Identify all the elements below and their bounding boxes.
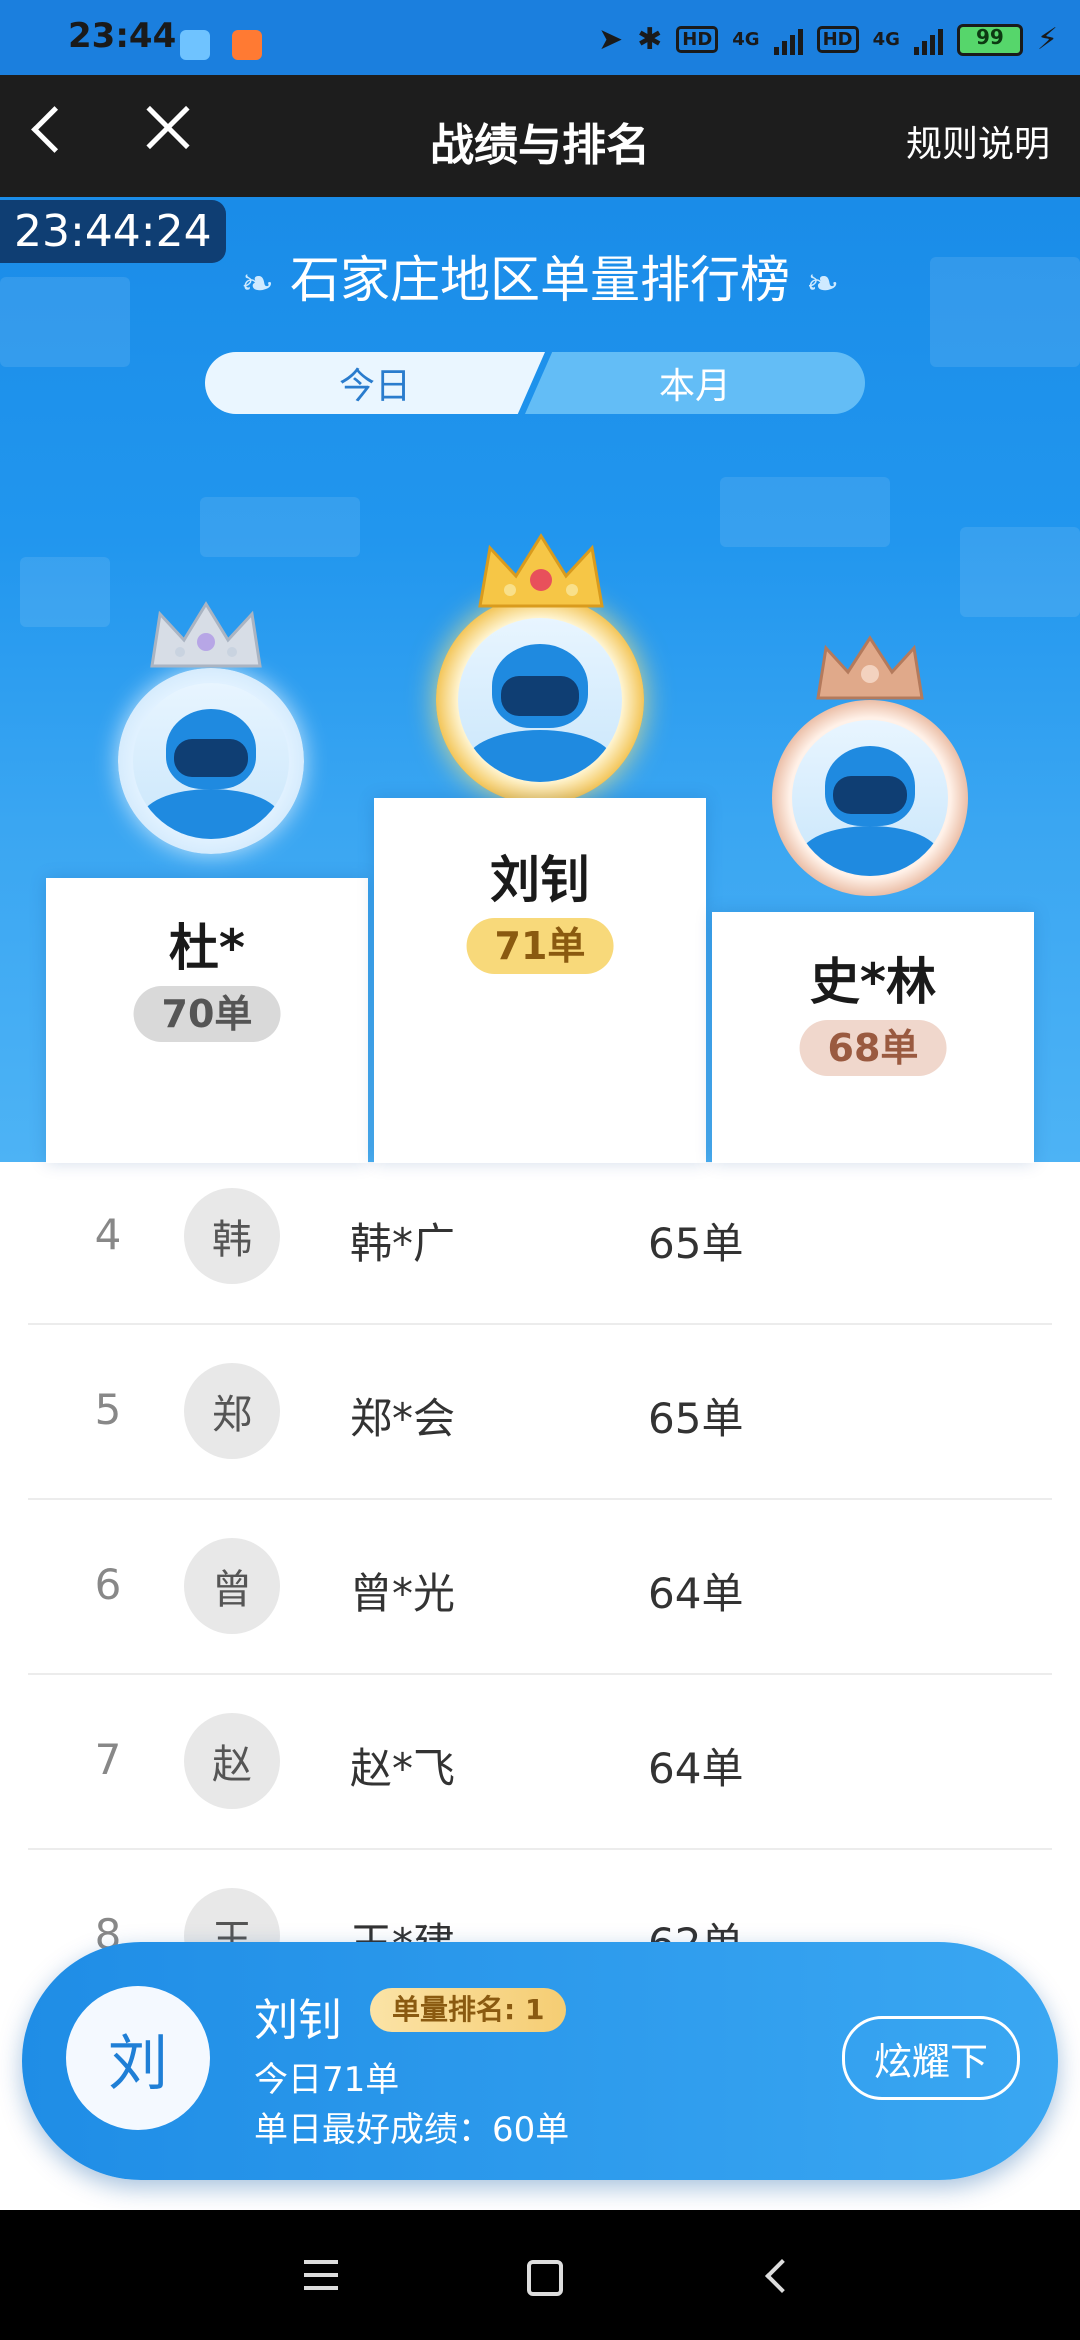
podium-third-name: 史*林 [809,953,937,1011]
menu-icon[interactable] [304,2260,338,2299]
avatar: 赵 [184,1713,280,1809]
rank-number: 4 [94,1210,122,1259]
courier-name: 曾*光 [350,1569,456,1618]
wing-icon-right: ❧ [805,260,840,307]
app-notification-icon-2 [232,30,262,60]
list-item[interactable]: 7 赵 赵*飞 64单 [28,1675,1052,1850]
rank-badge: 单量排名: 1 [370,1988,567,2032]
location-icon: ➤ [597,22,624,57]
my-name: 刘钊 [254,1995,342,2046]
system-nav-bar [0,2210,1080,2340]
network-type-label: 4G [732,29,760,50]
podium-second: 杜* 70单 [46,878,368,1163]
avatar-second [118,668,304,854]
charging-icon: ⚡ [1036,22,1058,57]
podium-second-count: 70单 [133,986,281,1042]
nav-bar: 战绩与排名 规则说明 [0,75,1080,197]
order-count: 65单 [648,1219,744,1268]
status-bar: 23:44 ➤ ✱ HD 4G HD 4G 99 ⚡ [0,0,1080,75]
order-count: 64单 [648,1569,744,1618]
leaderboard-title: ❧ 石家庄地区单量排行榜 ❧ [0,240,1080,312]
avatar: 郑 [184,1363,280,1459]
app-notification-icon [180,30,210,60]
tab-today[interactable]: 今日 [205,352,545,414]
rank-number: 7 [94,1735,122,1784]
status-time: 23:44 [68,16,177,56]
background-tile [20,557,110,627]
list-item[interactable]: 6 曾 曾*光 64单 [28,1500,1052,1675]
system-back-icon[interactable] [765,2259,799,2293]
my-today-count: 今日71单 [254,2060,400,2100]
gold-crown-icon [478,533,604,608]
avatar: 韩 [184,1188,280,1284]
bluetooth-icon: ✱ [637,22,663,57]
avatar-first [436,596,644,804]
background-tile [720,477,890,547]
battery-icon: 99 [956,23,1023,56]
my-best-record: 单日最好成绩：60单 [254,2110,570,2150]
rules-link[interactable]: 规则说明 [906,115,1050,167]
background-tile [200,497,360,557]
podium-first-count: 71单 [466,918,614,974]
courier-name: 郑*会 [350,1394,456,1443]
podium-third: 史*林 68单 [712,912,1034,1163]
courier-name: 韩*广 [350,1219,456,1268]
avatar: 曾 [184,1538,280,1634]
period-tabs: 今日 本月 [205,352,865,414]
bronze-crown-icon [816,635,924,700]
leaderboard-title-text: 石家庄地区单量排行榜 [290,251,790,309]
signal-icon [773,25,803,55]
order-count: 65单 [648,1394,744,1443]
my-avatar: 刘 [66,1986,210,2130]
battery-level: 99 [976,24,1004,49]
podium-first: 刘钊 71单 [374,798,706,1163]
show-off-button[interactable]: 炫耀下 [842,2016,1020,2100]
signal-icon-2 [913,25,943,55]
my-ranking-card: 刘 刘钊 单量排名: 1 今日71单 单日最好成绩：60单 炫耀下 [22,1942,1058,2180]
rank-number: 5 [94,1385,122,1434]
hd-icon: HD [676,26,719,53]
tab-month[interactable]: 本月 [525,352,865,414]
courier-name: 赵*飞 [350,1744,456,1793]
wing-icon-left: ❧ [240,260,275,307]
podium-second-name: 杜* [168,919,246,977]
rank-number: 6 [94,1560,122,1609]
avatar-third [772,700,968,896]
podium-third-count: 68单 [799,1020,947,1076]
hd-icon-2: HD [816,26,859,53]
list-item[interactable]: 5 郑 郑*会 65单 [28,1325,1052,1500]
ranking-list: 4 韩 韩*广 65单 5 郑 郑*会 65单 6 曾 曾*光 64单 7 赵 … [0,1150,1080,2025]
podium-first-name: 刘钊 [490,851,590,909]
background-tile [960,527,1080,617]
network-type-label-2: 4G [872,29,900,50]
home-icon[interactable] [527,2260,563,2296]
order-count: 64单 [648,1744,744,1793]
list-item[interactable]: 4 韩 韩*广 65单 [28,1150,1052,1325]
silver-crown-icon [150,601,262,668]
